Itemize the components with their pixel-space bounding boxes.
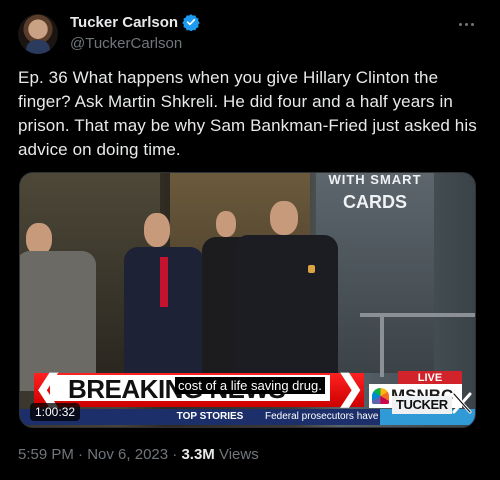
avatar[interactable] <box>18 14 58 54</box>
ticker-label: TOP STORIES <box>176 411 244 422</box>
video-player[interactable]: WITH SMART CARDS BREAKING NEWS ❮ <box>19 172 476 428</box>
live-badge: LIVE <box>398 371 462 385</box>
views-count: 3.3M <box>181 446 215 463</box>
closed-caption: cost of a life saving drug. <box>175 377 325 394</box>
author-display-name[interactable]: Tucker Carlson <box>70 14 178 31</box>
person-officer <box>230 201 340 385</box>
tweet-text: Ep. 36 What happens when you give Hillar… <box>18 68 477 159</box>
sign-line-1: WITH SMART <box>328 172 422 187</box>
author-row: Tucker Carlson <box>70 13 200 31</box>
peacock-icon <box>372 388 389 404</box>
ticker-text: Federal prosecutors have <box>265 411 379 422</box>
verified-badge-icon <box>182 14 200 31</box>
chevron-right-icon: ❯ <box>336 369 365 407</box>
person-left <box>20 213 100 391</box>
news-lower-third: BREAKING NEWS ❮ ❯ cost of a life saving … <box>20 369 475 427</box>
more-options-icon[interactable] <box>454 14 478 34</box>
chevron-left-icon: ❮ <box>34 369 63 407</box>
sign-line-2: CARDS <box>342 192 407 212</box>
show-logo: TUCKER <box>392 396 452 414</box>
tweet[interactable]: Tucker Carlson @TuckerCarlson Ep. 36 Wha… <box>0 0 500 480</box>
tweet-meta: 5:59 PM · Nov 6, 2023 · 3.3M Views <box>18 446 259 463</box>
separator-dot: · <box>78 446 88 463</box>
tweet-time[interactable]: 5:59 PM <box>18 446 74 463</box>
author-handle[interactable]: @TuckerCarlson <box>70 35 182 52</box>
tweet-date[interactable]: Nov 6, 2023 <box>87 446 168 463</box>
x-logo-icon <box>452 392 472 414</box>
metal-railing <box>360 313 475 377</box>
views-label: Views <box>218 446 259 463</box>
video-duration-badge: 1:00:32 <box>30 403 81 421</box>
